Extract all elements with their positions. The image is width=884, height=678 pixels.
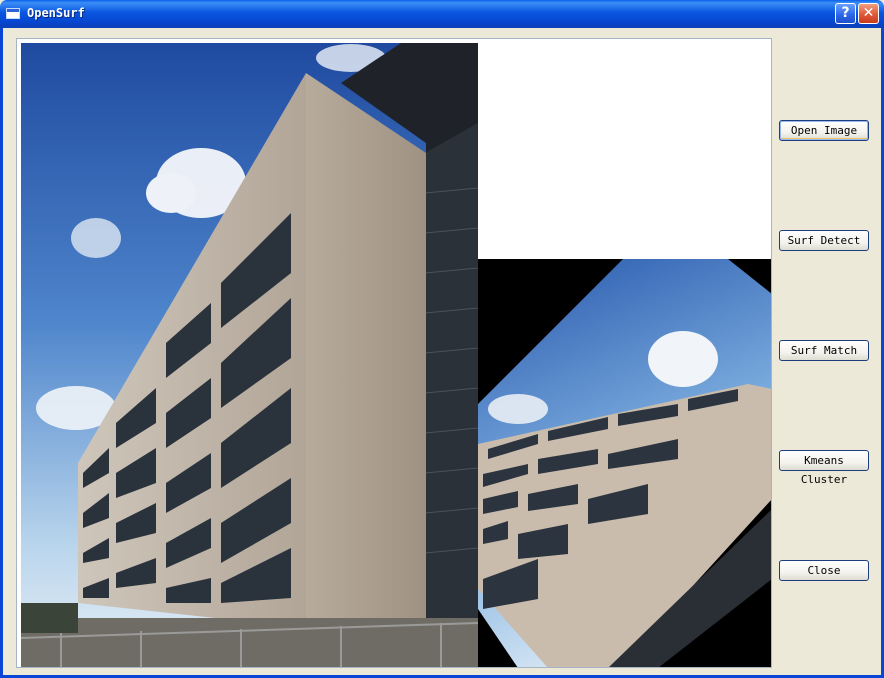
title-bar[interactable]: OpenSurf ? ✕ <box>0 0 884 28</box>
help-icon: ? <box>841 5 850 21</box>
window-title: OpenSurf <box>27 6 85 20</box>
close-button[interactable]: Close <box>779 560 869 581</box>
help-button[interactable]: ? <box>835 3 856 24</box>
close-icon: ✕ <box>862 5 875 21</box>
open-image-button[interactable]: Open Image <box>779 120 869 141</box>
surf-match-button[interactable]: Surf Match <box>779 340 869 361</box>
window-close-button[interactable]: ✕ <box>858 3 879 24</box>
source-image <box>21 43 478 667</box>
kmeans-cluster-button[interactable]: Kmeans Cluster <box>779 450 869 486</box>
window-icon <box>6 8 20 19</box>
rotated-image <box>478 259 771 667</box>
image-canvas <box>16 38 772 668</box>
surf-detect-button[interactable]: Surf Detect <box>779 230 869 251</box>
